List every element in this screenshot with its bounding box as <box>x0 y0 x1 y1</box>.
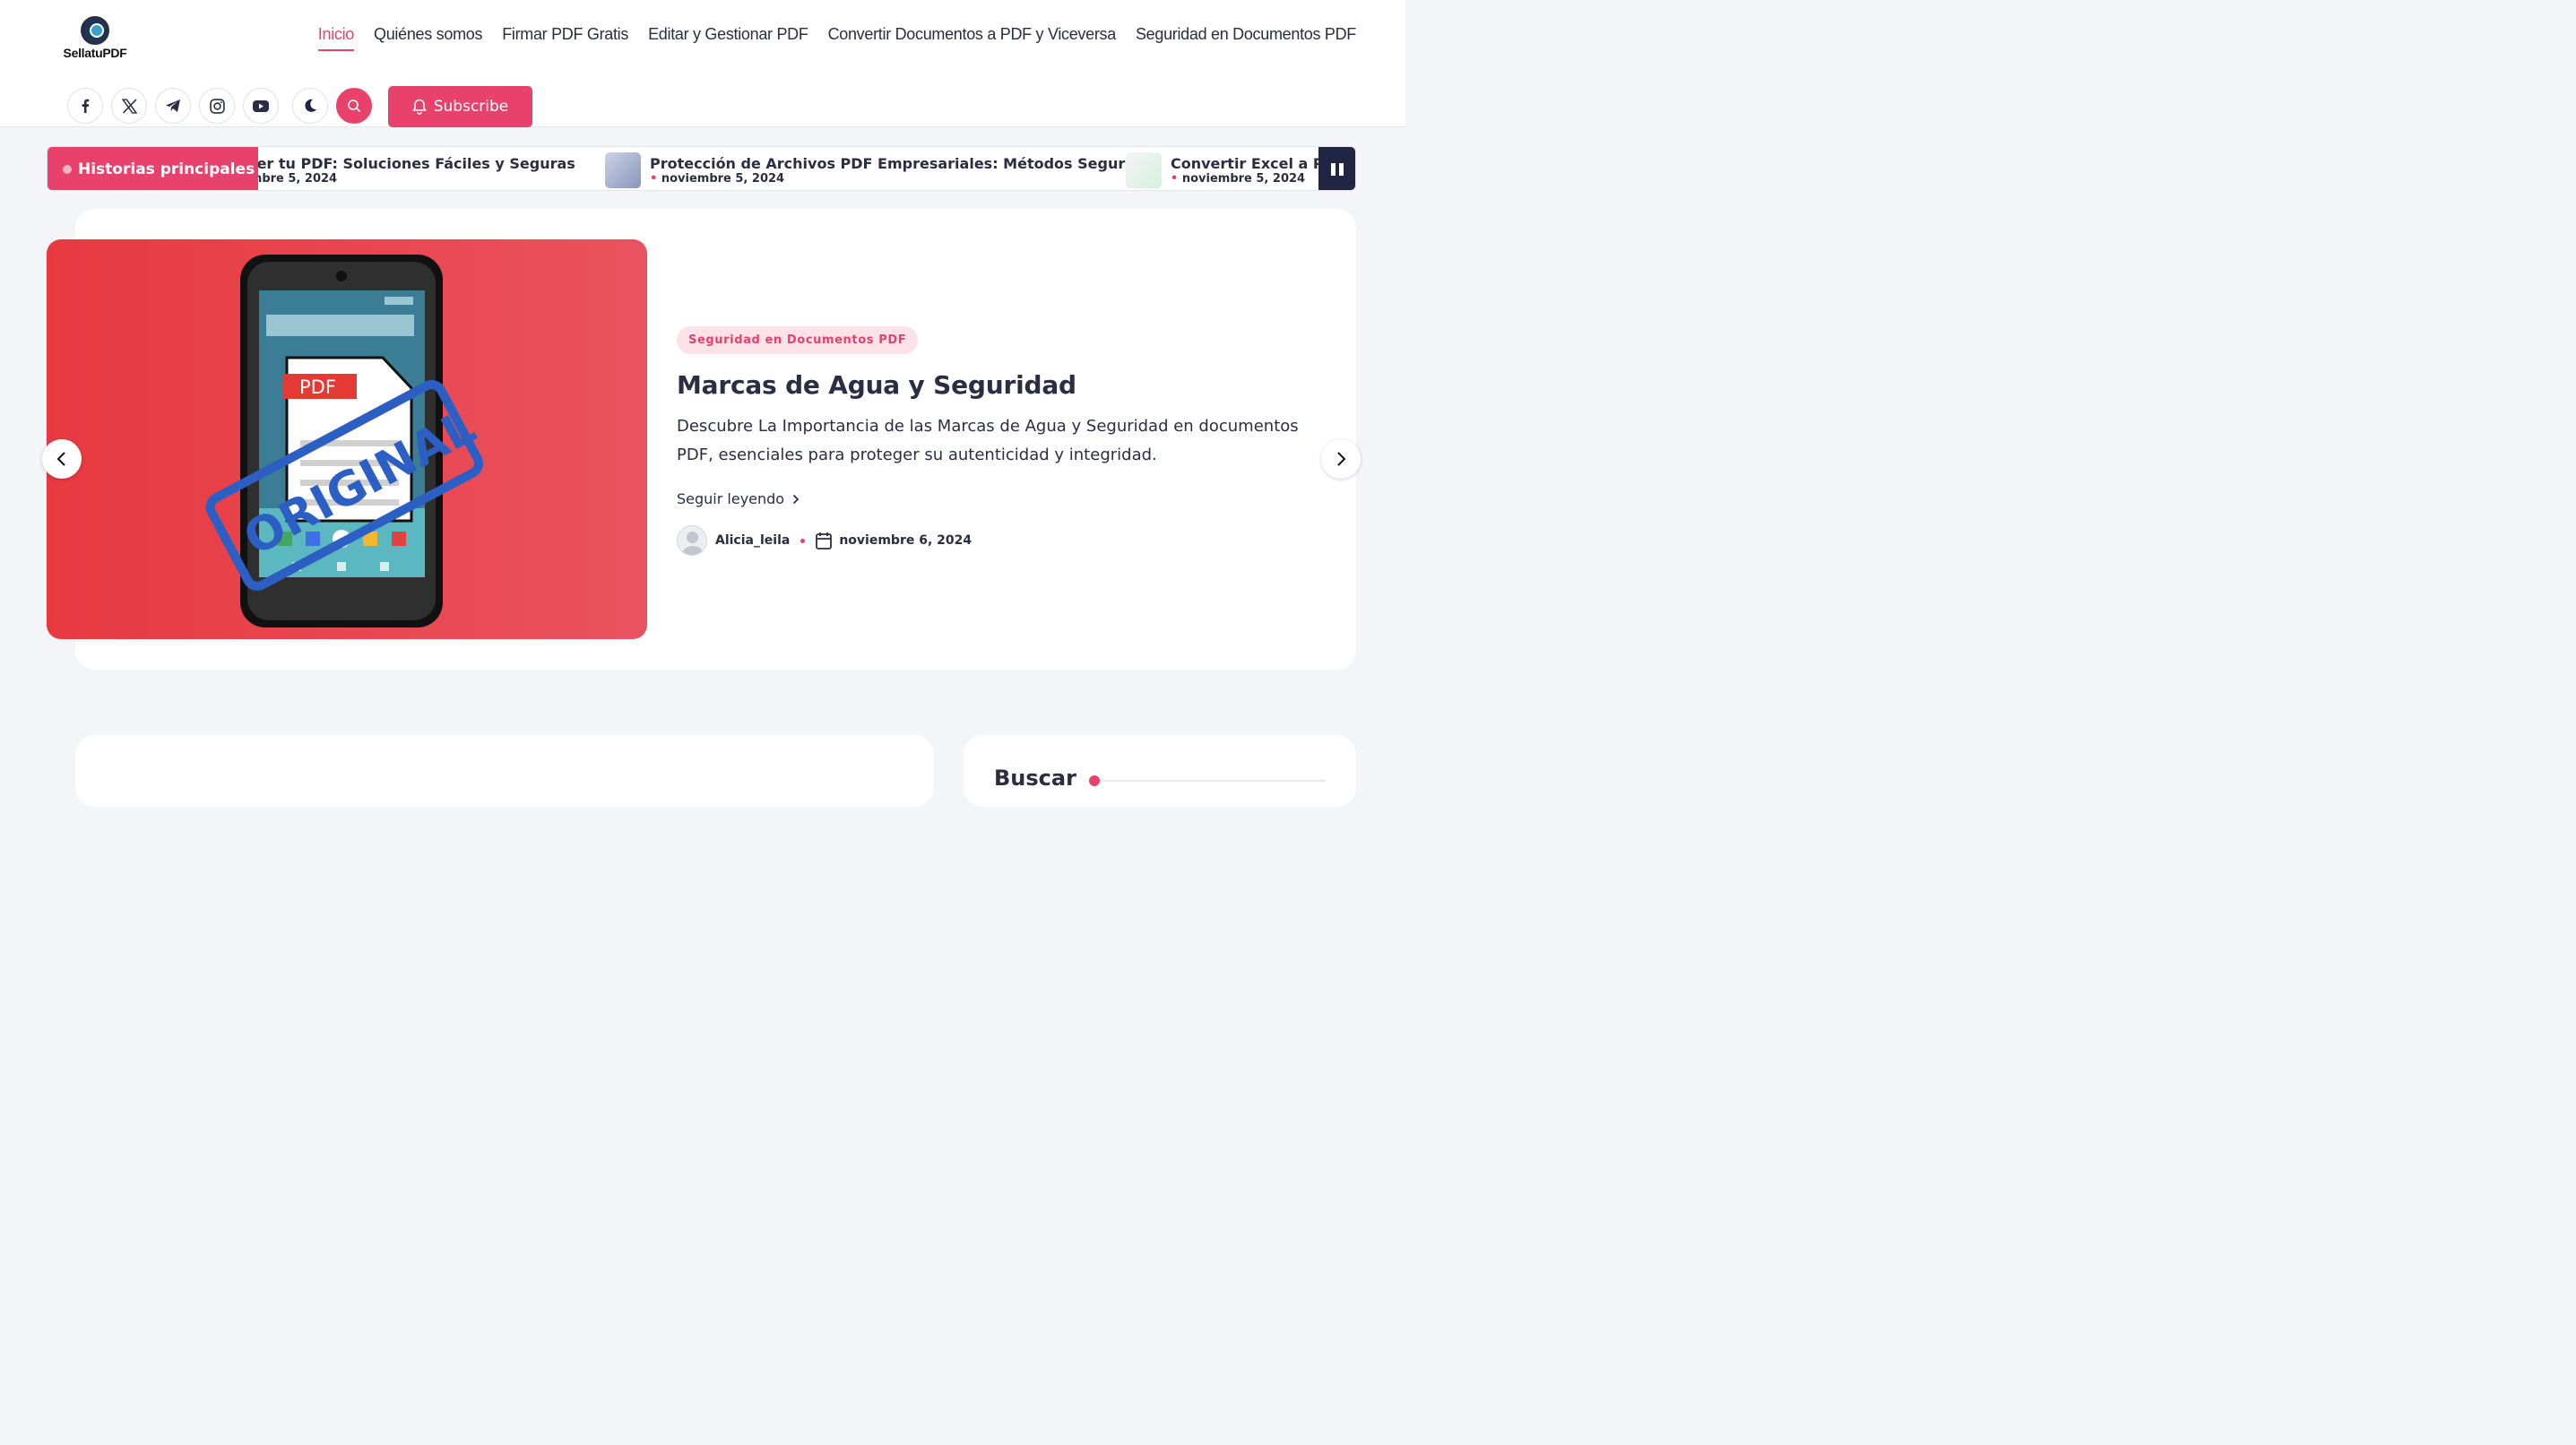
slider-next-button[interactable] <box>1321 439 1361 479</box>
subscribe-label: Subscribe <box>433 98 509 116</box>
category-badge[interactable]: Seguridad en Documentos PDF <box>677 326 919 354</box>
dark-mode-toggle[interactable] <box>292 88 328 124</box>
nav-item-quienes-somos[interactable]: Quiénes somos <box>374 25 482 51</box>
slider-prev-button[interactable] <box>42 439 82 479</box>
social-links <box>67 88 372 124</box>
ticker-item-thumbnail[interactable] <box>605 152 641 188</box>
ticker-item[interactable]: Protección de Archivos PDF Empresariales… <box>605 152 1144 188</box>
nav-item-editar-gestionar[interactable]: Editar y Gestionar PDF <box>648 25 808 51</box>
moon-icon <box>305 99 316 112</box>
calendar-icon <box>816 532 833 549</box>
ticker-item[interactable]: Proteger tu PDF: Soluciones Fáciles y Se… <box>258 152 575 188</box>
youtube-icon[interactable] <box>243 88 279 124</box>
ticker-item-thumbnail[interactable] <box>1126 152 1162 188</box>
search-widget-title: Buscar <box>994 766 1076 791</box>
pdf-label: PDF <box>299 376 336 398</box>
nav-item-convertir[interactable]: Convertir Documentos a PDF y Viceversa <box>828 25 1117 51</box>
post-date[interactable]: noviembre 6, 2024 <box>839 533 972 548</box>
featured-content: Seguridad en Documentos PDF Marcas de Ag… <box>677 326 1304 556</box>
site-logo[interactable]: SellatuPDF <box>59 16 131 63</box>
subscribe-button[interactable]: Subscribe <box>388 86 532 127</box>
ticker-item-title[interactable]: Protección de Archivos PDF Empresariales… <box>650 155 1144 172</box>
logo-icon <box>81 16 109 45</box>
ticker-item-date: • noviembre 5, 2024 <box>650 172 785 186</box>
site-header: SellatuPDF Inicio Quiénes somos Firmar P… <box>0 0 1405 127</box>
title-dot <box>1089 775 1100 786</box>
author-avatar[interactable] <box>677 525 707 556</box>
read-more-link[interactable]: Seguir leyendo <box>677 490 800 507</box>
chevron-left-icon <box>56 452 65 466</box>
ticker-track: Proteger tu PDF: Soluciones Fáciles y Se… <box>258 147 1319 190</box>
ticker-item-date: • noviembre 5, 2024 <box>258 172 338 186</box>
ticker-label-text: Historias principales <box>78 160 255 178</box>
ticker-pause-button[interactable] <box>1318 147 1355 190</box>
nav-item-firmar-pdf[interactable]: Firmar PDF Gratis <box>502 25 628 51</box>
search-icon <box>348 100 361 113</box>
posts-card <box>75 735 934 807</box>
nav-item-inicio[interactable]: Inicio <box>317 25 354 51</box>
chevron-right-icon <box>792 494 800 504</box>
ticker-item-date: • noviembre 5, 2024 <box>1171 172 1306 186</box>
read-more-label: Seguir leyendo <box>677 490 785 507</box>
bell-icon <box>411 99 427 115</box>
ticker-item-title[interactable]: Convertir Excel a PDF <box>1171 155 1319 172</box>
author-name[interactable]: Alicia_leila <box>715 533 790 548</box>
ticker-label: Historias principales <box>48 147 258 190</box>
featured-title[interactable]: Marcas de Agua y Seguridad <box>677 370 1304 400</box>
search-widget: Buscar <box>964 735 1356 807</box>
phone-original-stamp-illustration: PDF ORIGINAL <box>205 255 484 627</box>
featured-image[interactable]: PDF ORIGINAL <box>47 239 647 639</box>
top-stories-ticker: Historias principales Proteger tu PDF: S… <box>47 146 1356 191</box>
search-button[interactable] <box>336 88 372 124</box>
chevron-right-icon <box>1337 452 1346 466</box>
title-divider <box>1094 780 1326 782</box>
facebook-icon[interactable] <box>67 88 103 124</box>
main-nav: Inicio Quiénes somos Firmar PDF Gratis E… <box>317 25 1356 51</box>
ticker-dot <box>63 165 72 174</box>
pause-icon <box>1330 163 1336 176</box>
logo-text: SellatuPDF <box>63 46 127 60</box>
post-meta: Alicia_leila noviembre 6, 2024 <box>677 525 1304 556</box>
meta-separator <box>800 538 806 543</box>
instagram-icon[interactable] <box>199 88 235 124</box>
featured-excerpt: Descubre La Importancia de las Marcas de… <box>677 417 1299 464</box>
x-icon[interactable] <box>111 88 147 124</box>
telegram-icon[interactable] <box>155 88 191 124</box>
ticker-item-title[interactable]: Proteger tu PDF: Soluciones Fáciles y Se… <box>258 155 575 172</box>
nav-item-seguridad[interactable]: Seguridad en Documentos PDF <box>1136 25 1356 51</box>
ticker-item[interactable]: Convertir Excel a PDF • noviembre 5, 202… <box>1126 152 1319 188</box>
